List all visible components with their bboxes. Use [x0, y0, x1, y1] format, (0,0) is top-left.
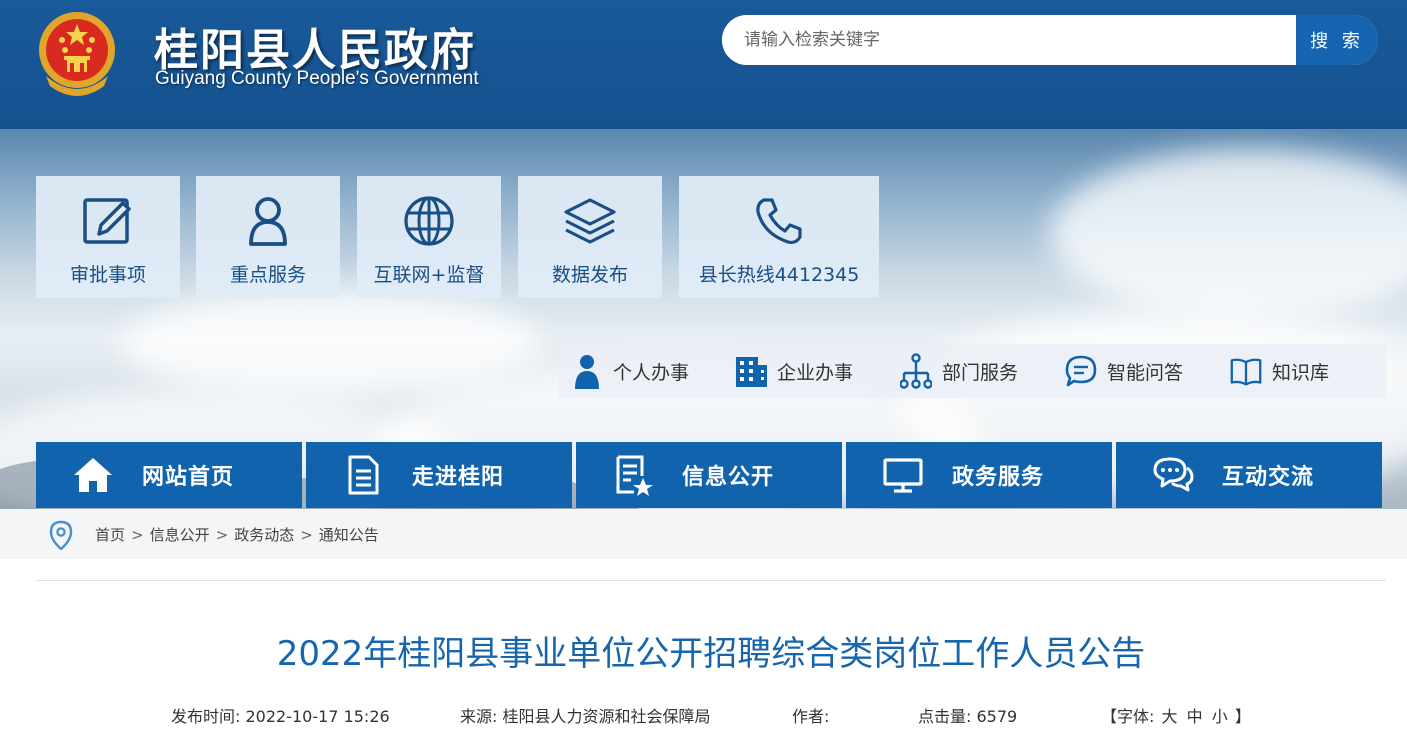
nav-label: 互动交流: [1222, 465, 1315, 490]
content-divider: [35, 580, 1386, 581]
font-size-control: 【字体: 大 中 小 】: [1101, 703, 1251, 727]
nav-label: 信息公开: [682, 465, 775, 490]
layers-icon: [564, 198, 616, 244]
chat-icon: [1153, 457, 1194, 492]
tile-label: 互联网+监督: [373, 264, 485, 286]
breadcrumb-separator: >: [131, 526, 144, 544]
tile-data-release[interactable]: 数据发布: [518, 176, 662, 298]
quick-link-label: 智能问答: [1107, 361, 1184, 384]
breadcrumb-home[interactable]: 首页: [95, 526, 125, 544]
quick-link-smart-qa[interactable]: 智能问答: [1065, 344, 1183, 398]
national-emblem-icon: [39, 12, 115, 96]
views-value: 6579: [976, 707, 1018, 726]
breadcrumb-government-news[interactable]: 政务动态: [234, 526, 294, 544]
quick-link-label: 个人办事: [613, 361, 690, 384]
quick-link-knowledge-base[interactable]: 知识库: [1230, 344, 1329, 398]
source-value: 桂阳县人力资源和社会保障局: [502, 707, 711, 726]
nav-home[interactable]: 网站首页: [36, 442, 302, 508]
author-label: 作者:: [792, 707, 830, 726]
nav-interaction[interactable]: 互动交流: [1116, 442, 1382, 508]
breadcrumb-separator: >: [215, 526, 229, 544]
nav-info-disclosure[interactable]: 信息公开: [576, 442, 842, 508]
cloud-decoration: [1050, 149, 1407, 319]
quick-link-enterprise[interactable]: 企业办事: [735, 344, 853, 398]
tile-label: 数据发布: [551, 264, 628, 286]
org-chart-icon: [900, 353, 932, 389]
font-size-label: 【字体:: [1101, 707, 1155, 726]
source-label: 来源:: [460, 707, 498, 726]
search-bar: 搜 索: [722, 15, 1378, 65]
nav-government-services[interactable]: 政务服务: [846, 442, 1112, 508]
quick-link-personal[interactable]: 个人办事: [571, 344, 689, 398]
breadcrumb: 首页 > 信息公开 > 政务动态 > 通知公告: [0, 509, 1407, 559]
phone-icon: [756, 198, 802, 245]
tile-hotline[interactable]: 县长热线4412345: [679, 176, 879, 298]
nav-about-guiyang[interactable]: 走进桂阳: [306, 442, 572, 508]
site-header: 桂阳县人民政府 Guiyang County People's Governme…: [0, 0, 1407, 129]
location-pin-icon: [49, 520, 73, 550]
book-icon: [1230, 358, 1262, 386]
monitor-icon: [883, 458, 923, 493]
tile-approval[interactable]: 审批事项: [36, 176, 180, 298]
breadcrumb-trail: 首页 > 信息公开 > 政务动态 > 通知公告: [95, 524, 379, 545]
publish-time-value: 2022-10-17 15:26: [245, 707, 390, 726]
home-icon: [74, 458, 112, 492]
user-icon: [249, 197, 287, 246]
font-size-large[interactable]: 大: [1162, 707, 1178, 726]
search-button[interactable]: 搜 索: [1296, 15, 1378, 65]
chat-bubble-icon: [1065, 355, 1097, 387]
tile-label: 县长热线4412345: [698, 264, 860, 286]
nav-label: 政务服务: [952, 465, 1045, 490]
article-author: 作者:: [792, 703, 829, 727]
tile-internet-supervision[interactable]: 互联网+监督: [357, 176, 501, 298]
quick-link-label: 知识库: [1272, 361, 1330, 384]
search-input[interactable]: [722, 15, 1296, 65]
document-icon: [348, 455, 379, 495]
quick-link-label: 部门服务: [942, 361, 1019, 384]
view-count: 点击量: 6579: [918, 703, 1017, 727]
person-icon: [575, 355, 599, 389]
quick-link-department[interactable]: 部门服务: [900, 344, 1018, 398]
nav-label: 网站首页: [142, 465, 235, 490]
views-label: 点击量:: [918, 707, 972, 726]
edit-icon: [83, 198, 131, 244]
tile-label: 审批事项: [69, 264, 146, 286]
building-icon: [736, 357, 767, 387]
publish-time-label: 发布时间:: [171, 707, 241, 726]
cloud-decoration: [120, 289, 540, 399]
breadcrumb-notices[interactable]: 通知公告: [319, 526, 379, 544]
tile-label: 重点服务: [229, 264, 306, 286]
font-size-small[interactable]: 小: [1212, 707, 1228, 726]
tile-key-services[interactable]: 重点服务: [196, 176, 340, 298]
site-subtitle: Guiyang County People's Government: [155, 68, 479, 89]
banner: 审批事项 重点服务 互联网+监督 数据发布 县长热线4412345 个人办事 企…: [0, 129, 1407, 509]
breadcrumb-separator: >: [300, 526, 313, 544]
globe-icon: [404, 196, 454, 246]
publish-time: 发布时间: 2022-10-17 15:26: [171, 703, 390, 727]
quick-link-label: 企业办事: [777, 361, 854, 384]
doc-star-icon: [616, 455, 653, 496]
font-size-close: 】: [1234, 707, 1251, 726]
quick-links-bar: 个人办事 企业办事 部门服务 智能问答 知识库: [559, 344, 1386, 398]
article-title: 2022年桂阳县事业单位公开招聘综合类岗位工作人员公告: [276, 634, 1146, 674]
nav-label: 走进桂阳: [412, 465, 505, 490]
article-source: 来源: 桂阳县人力资源和社会保障局: [460, 703, 711, 727]
breadcrumb-info-disclosure[interactable]: 信息公开: [150, 526, 210, 544]
font-size-medium[interactable]: 中: [1187, 707, 1203, 726]
